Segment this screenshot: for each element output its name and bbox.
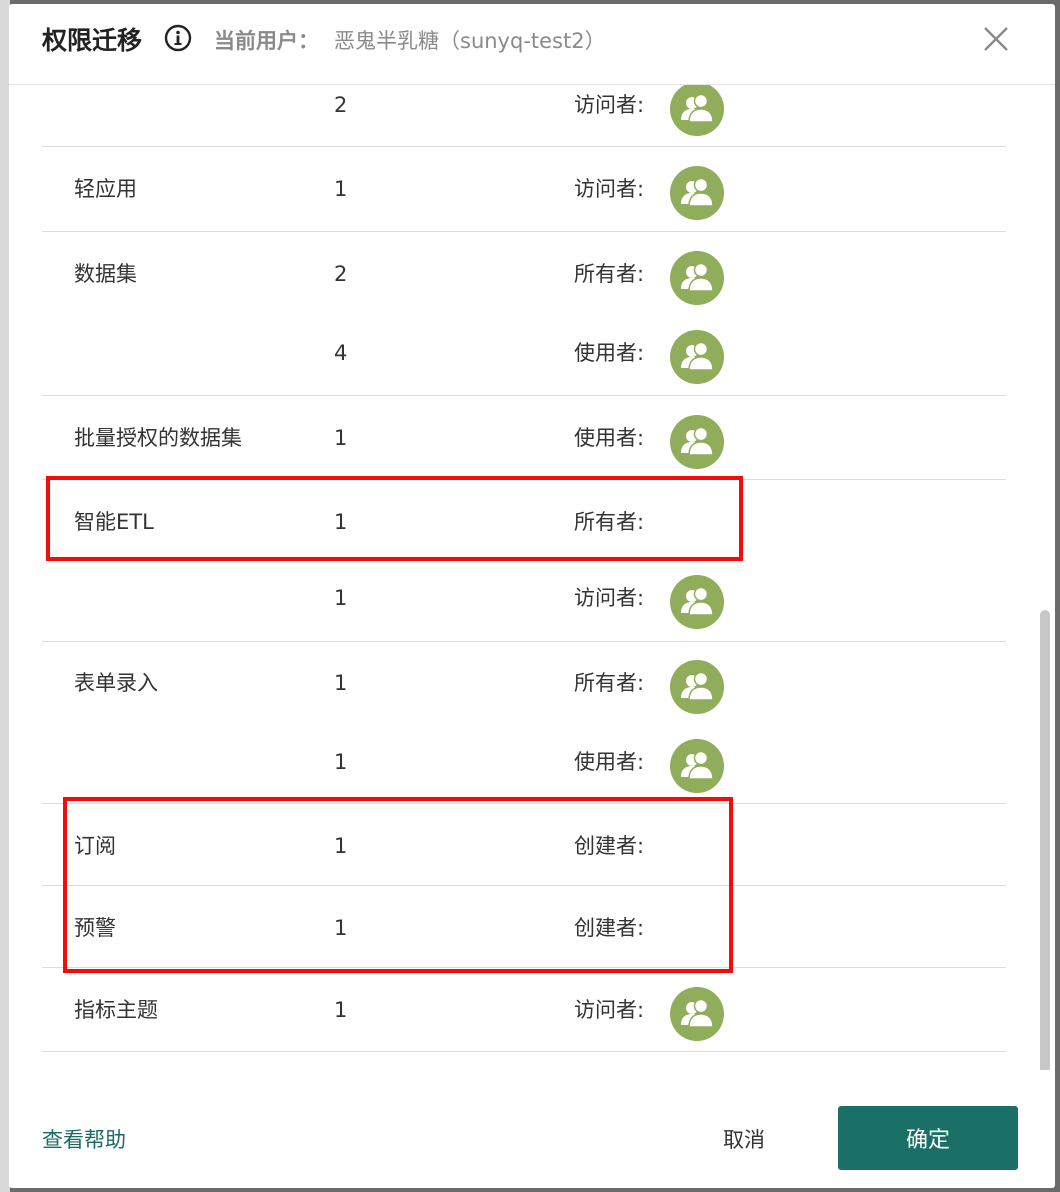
role-label: 访问者: bbox=[574, 586, 645, 610]
dialog-header: 权限迁移 当前用户： 恶鬼半乳糖（sunyq-test2） bbox=[9, 4, 1055, 85]
row-divider bbox=[42, 1051, 1006, 1052]
resource-count: 1 bbox=[334, 750, 348, 774]
resource-name: 数据集 bbox=[74, 262, 137, 286]
highlight-box bbox=[63, 797, 733, 973]
resource-count: 1 bbox=[334, 998, 348, 1022]
user-group-avatar-icon[interactable] bbox=[670, 330, 724, 384]
role-label: 所有者: bbox=[574, 262, 645, 286]
user-group-avatar-icon[interactable] bbox=[670, 575, 724, 629]
scrollbar-thumb[interactable] bbox=[1040, 610, 1050, 1070]
resource-name: 轻应用 bbox=[74, 177, 137, 201]
role-label: 所有者: bbox=[574, 671, 645, 695]
highlight-box bbox=[46, 476, 743, 561]
dialog-title: 权限迁移 bbox=[42, 26, 143, 55]
row-divider bbox=[42, 146, 1006, 147]
role-label: 使用者: bbox=[574, 426, 645, 450]
current-user-label: 当前用户： bbox=[214, 29, 319, 53]
user-group-avatar-icon[interactable] bbox=[670, 987, 724, 1041]
cancel-button[interactable]: 取消 bbox=[723, 1124, 765, 1154]
resource-name: 批量授权的数据集 bbox=[74, 426, 242, 450]
help-link[interactable]: 查看帮助 bbox=[42, 1124, 126, 1154]
row-divider bbox=[42, 395, 1006, 396]
resource-count: 1 bbox=[334, 177, 348, 201]
user-group-avatar-icon[interactable] bbox=[670, 85, 724, 136]
resource-count: 1 bbox=[334, 671, 348, 695]
resource-name: 表单录入 bbox=[74, 671, 158, 695]
row-divider bbox=[42, 231, 1006, 232]
confirm-button[interactable]: 确定 bbox=[838, 1106, 1018, 1170]
user-group-avatar-icon[interactable] bbox=[670, 251, 724, 305]
role-label: 访问者: bbox=[574, 998, 645, 1022]
info-icon[interactable] bbox=[164, 24, 192, 52]
resource-count: 4 bbox=[334, 341, 348, 365]
dialog-footer: 查看帮助 取消 确定 bbox=[9, 1074, 1055, 1188]
resource-count: 2 bbox=[334, 93, 348, 117]
role-label: 使用者: bbox=[574, 750, 645, 774]
resource-count: 2 bbox=[334, 262, 348, 286]
role-label: 使用者: bbox=[574, 341, 645, 365]
resource-count: 1 bbox=[334, 586, 348, 610]
user-group-avatar-icon[interactable] bbox=[670, 660, 724, 714]
resource-name: 指标主题 bbox=[74, 998, 158, 1022]
user-group-avatar-icon[interactable] bbox=[670, 166, 724, 220]
current-user-value: 恶鬼半乳糖（sunyq-test2） bbox=[334, 29, 606, 53]
role-label: 访问者: bbox=[574, 93, 645, 117]
user-group-avatar-icon[interactable] bbox=[670, 415, 724, 469]
row-divider bbox=[42, 641, 1006, 642]
resource-count: 1 bbox=[334, 426, 348, 450]
role-label: 访问者: bbox=[574, 177, 645, 201]
permission-migration-dialog: 权限迁移 当前用户： 恶鬼半乳糖（sunyq-test2） 2 访问者: 轻应用… bbox=[9, 4, 1055, 1188]
user-group-avatar-icon[interactable] bbox=[670, 739, 724, 793]
permission-list: 2 访问者: 轻应用 1 访问者: 数据集 2 所有者: 4 使用者: 批量授权… bbox=[9, 85, 1055, 1070]
close-icon[interactable] bbox=[981, 24, 1011, 54]
